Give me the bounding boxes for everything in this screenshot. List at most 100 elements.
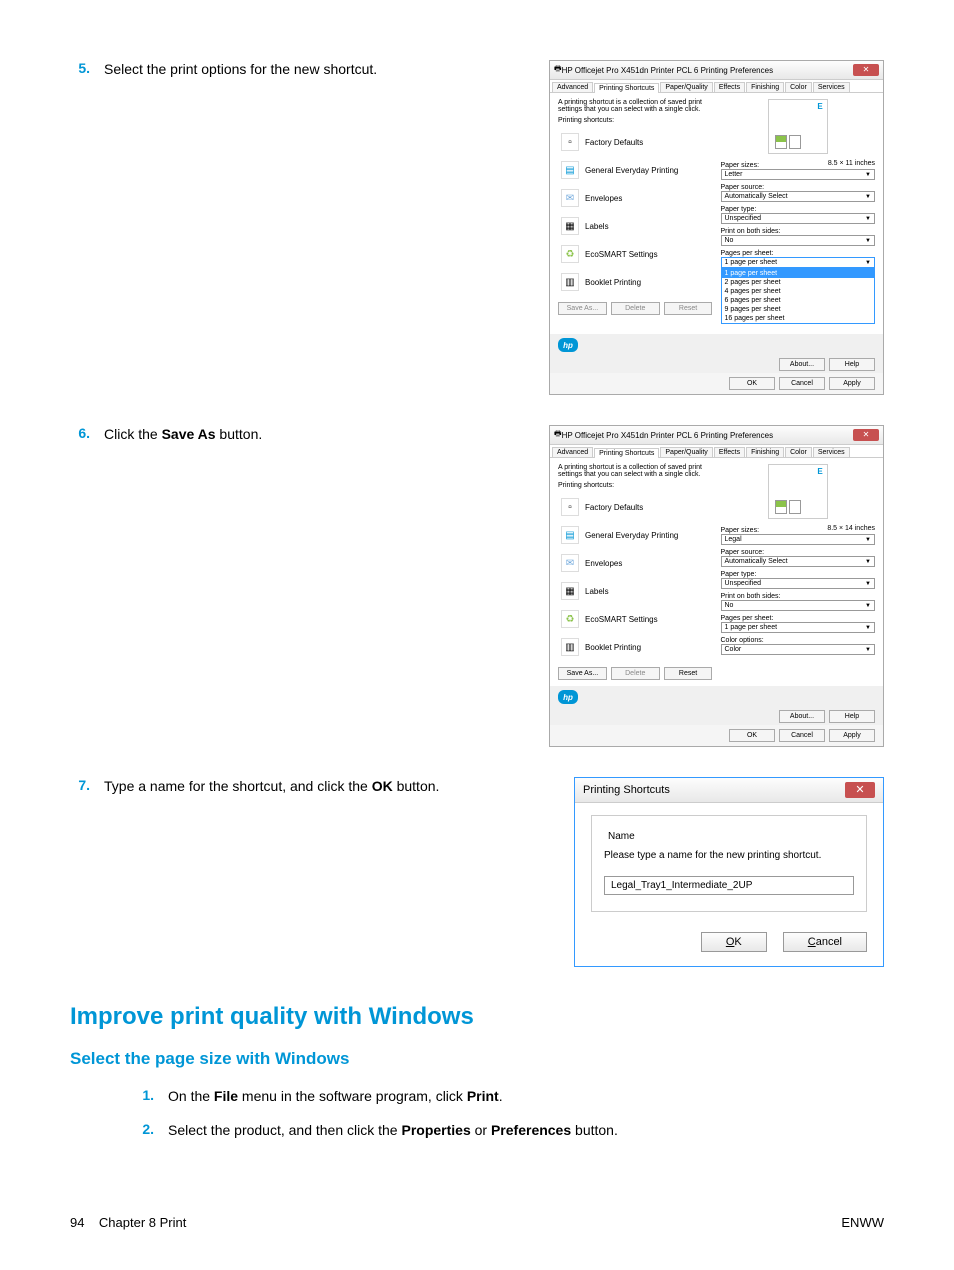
pages-per-sheet-select[interactable]: 1 page per sheet▼ <box>721 257 876 268</box>
tab-paper-quality[interactable]: Paper/Quality <box>660 447 712 457</box>
save-as-button[interactable]: Save As... <box>558 667 607 680</box>
shortcut-labels[interactable]: ▦Labels <box>558 577 713 605</box>
shortcut-envelopes[interactable]: ✉Envelopes <box>558 184 713 212</box>
cancel-button[interactable]: Cancel <box>783 932 867 952</box>
delete-button[interactable]: Delete <box>611 667 660 680</box>
tab-printing-shortcuts[interactable]: Printing Shortcuts <box>594 83 659 93</box>
shortcut-booklet[interactable]: ▥Booklet Printing <box>558 633 713 661</box>
apply-button[interactable]: Apply <box>829 377 875 390</box>
paper-source-select[interactable]: Automatically Select▼ <box>721 556 876 567</box>
tab-paper-quality[interactable]: Paper/Quality <box>660 82 712 92</box>
ok-button[interactable]: OK <box>729 377 775 390</box>
shortcut-ecosmart[interactable]: ♻EcoSMART Settings <box>558 605 713 633</box>
tab-finishing[interactable]: Finishing <box>746 447 784 457</box>
footer-right: ENWW <box>841 1215 884 1230</box>
shortcut-name-input[interactable] <box>604 876 854 895</box>
eco-icon: ♻ <box>561 245 579 263</box>
tab-advanced[interactable]: Advanced <box>552 82 593 92</box>
chevron-down-icon: ▼ <box>865 625 871 631</box>
tab-effects[interactable]: Effects <box>714 82 745 92</box>
printing-preferences-dialog: 🖶 HP Officejet Pro X451dn Printer PCL 6 … <box>549 425 884 747</box>
dropdown-option[interactable]: 1 page per sheet <box>722 269 875 278</box>
booklet-icon: ▥ <box>561 273 579 291</box>
close-icon[interactable]: ✕ <box>853 64 879 76</box>
step-text: On the File menu in the software program… <box>168 1087 503 1107</box>
step-text: Click the Save As button. <box>104 425 262 747</box>
tab-finishing[interactable]: Finishing <box>746 82 784 92</box>
dropdown-option[interactable]: 9 pages per sheet <box>722 305 875 314</box>
shortcut-envelopes[interactable]: ✉Envelopes <box>558 549 713 577</box>
ok-button[interactable]: OK <box>701 932 767 952</box>
chevron-down-icon: ▼ <box>865 216 871 222</box>
page-preview: E <box>768 464 828 519</box>
about-button[interactable]: About... <box>779 710 825 723</box>
tab-bar: Advanced Printing Shortcuts Paper/Qualit… <box>550 445 883 458</box>
booklet-icon: ▥ <box>561 638 579 656</box>
paper-type-select[interactable]: Unspecified▼ <box>721 578 876 589</box>
chevron-down-icon: ▼ <box>865 260 871 266</box>
pages-per-sheet-label: Pages per sheet: <box>721 250 876 257</box>
save-as-button[interactable]: Save As... <box>558 302 607 315</box>
paper-size-info: 8.5 × 11 inches <box>828 160 875 167</box>
help-button[interactable]: Help <box>829 358 875 371</box>
tab-services[interactable]: Services <box>813 447 850 457</box>
tab-color[interactable]: Color <box>785 447 812 457</box>
name-instruction: Please type a name for the new printing … <box>604 850 854 861</box>
shortcut-ecosmart[interactable]: ♻EcoSMART Settings <box>558 240 713 268</box>
shortcut-labels[interactable]: ▦Labels <box>558 212 713 240</box>
cancel-button[interactable]: Cancel <box>779 377 825 390</box>
ok-button[interactable]: OK <box>729 729 775 742</box>
dropdown-option[interactable]: 4 pages per sheet <box>722 287 875 296</box>
color-options-select[interactable]: Color▼ <box>721 644 876 655</box>
labels-icon: ▦ <box>561 582 579 600</box>
step-text: Select the print options for the new sho… <box>104 60 377 395</box>
paper-source-select[interactable]: Automatically Select▼ <box>721 191 876 202</box>
shortcut-description: A printing shortcut is a collection of s… <box>558 99 713 113</box>
paper-sizes-label: Paper sizes: <box>721 527 760 534</box>
reset-button[interactable]: Reset <box>664 667 713 680</box>
step-number: 2. <box>134 1121 154 1141</box>
shortcut-list-label: Printing shortcuts: <box>558 117 713 124</box>
shortcut-general-everyday[interactable]: ▤General Everyday Printing <box>558 156 713 184</box>
chevron-down-icon: ▼ <box>865 581 871 587</box>
tab-effects[interactable]: Effects <box>714 447 745 457</box>
dropdown-option[interactable]: 6 pages per sheet <box>722 296 875 305</box>
tab-services[interactable]: Services <box>813 82 850 92</box>
tab-printing-shortcuts[interactable]: Printing Shortcuts <box>594 448 659 458</box>
shortcut-general-everyday[interactable]: ▤General Everyday Printing <box>558 521 713 549</box>
printer-icon: 🖶 <box>554 63 562 77</box>
cancel-button[interactable]: Cancel <box>779 729 825 742</box>
dropdown-option[interactable]: 16 pages per sheet <box>722 314 875 323</box>
paper-type-label: Paper type: <box>721 206 876 213</box>
about-button[interactable]: About... <box>779 358 825 371</box>
labels-icon: ▦ <box>561 217 579 235</box>
paper-type-select[interactable]: Unspecified▼ <box>721 213 876 224</box>
paper-sizes-select[interactable]: Legal▼ <box>721 534 876 545</box>
paper-sizes-select[interactable]: Letter▼ <box>721 169 876 180</box>
envelope-icon: ✉ <box>561 554 579 572</box>
eco-icon: ♻ <box>561 610 579 628</box>
step-number: 7. <box>70 777 90 967</box>
close-icon[interactable]: ✕ <box>845 782 875 798</box>
pages-per-sheet-select[interactable]: 1 page per sheet▼ <box>721 622 876 633</box>
apply-button[interactable]: Apply <box>829 729 875 742</box>
delete-button[interactable]: Delete <box>611 302 660 315</box>
step-number: 5. <box>70 60 90 395</box>
reset-button[interactable]: Reset <box>664 302 713 315</box>
both-sides-select[interactable]: No▼ <box>721 600 876 611</box>
shortcut-factory-defaults[interactable]: ▫Factory Defaults <box>558 493 713 521</box>
chevron-down-icon: ▼ <box>865 603 871 609</box>
both-sides-select[interactable]: No▼ <box>721 235 876 246</box>
printing-preferences-dialog: 🖶 HP Officejet Pro X451dn Printer PCL 6 … <box>549 60 884 395</box>
shortcut-factory-defaults[interactable]: ▫Factory Defaults <box>558 128 713 156</box>
paper-size-info: 8.5 × 14 inches <box>827 525 875 532</box>
color-options-label: Color options: <box>721 637 876 644</box>
dropdown-option[interactable]: 2 pages per sheet <box>722 278 875 287</box>
shortcut-booklet[interactable]: ▥Booklet Printing <box>558 268 713 296</box>
tab-color[interactable]: Color <box>785 82 812 92</box>
close-icon[interactable]: ✕ <box>853 429 879 441</box>
page-icon: ▤ <box>561 526 579 544</box>
tab-advanced[interactable]: Advanced <box>552 447 593 457</box>
footer-left: 94 Chapter 8 Print <box>70 1215 186 1230</box>
help-button[interactable]: Help <box>829 710 875 723</box>
